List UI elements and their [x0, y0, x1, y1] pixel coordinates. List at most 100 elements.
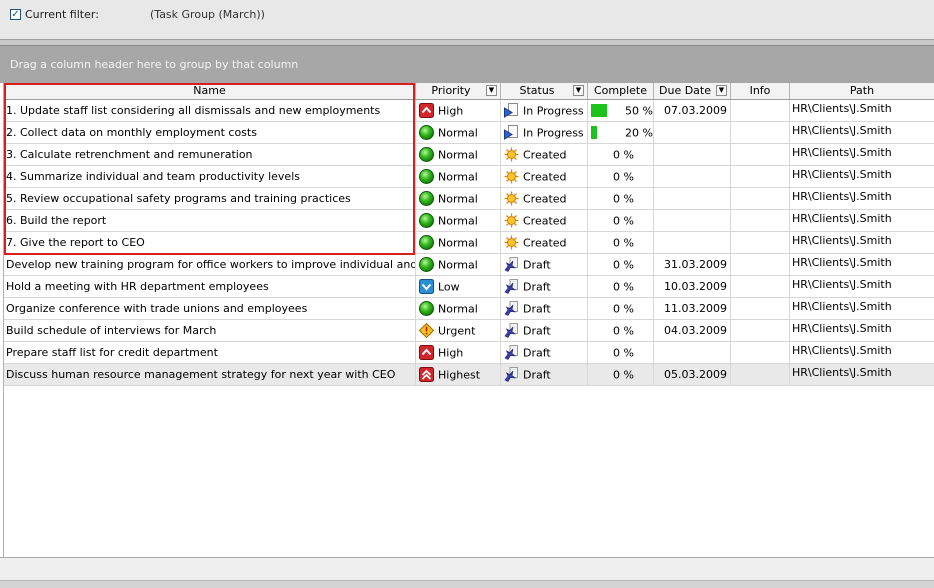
cell-info[interactable] [731, 320, 790, 341]
cell-status[interactable]: Created [501, 166, 588, 187]
table-row[interactable]: 3. Calculate retrenchment and remunerati… [4, 144, 934, 166]
cell-due-date[interactable]: 07.03.2009 [654, 100, 731, 121]
cell-name[interactable]: Prepare staff list for credit department [4, 342, 416, 363]
cell-due-date[interactable] [654, 188, 731, 209]
cell-name[interactable]: 5. Review occupational safety programs a… [4, 188, 416, 209]
cell-info[interactable] [731, 364, 790, 385]
cell-complete[interactable]: 0 % [588, 166, 654, 187]
cell-priority[interactable]: Normal [416, 122, 501, 143]
cell-info[interactable] [731, 144, 790, 165]
table-row[interactable]: Develop new training program for office … [4, 254, 934, 276]
cell-name[interactable]: 3. Calculate retrenchment and remunerati… [4, 144, 416, 165]
cell-due-date[interactable]: 04.03.2009 [654, 320, 731, 341]
cell-status[interactable]: Created [501, 188, 588, 209]
column-header-due-date[interactable]: Due Date ▼ [654, 83, 731, 99]
cell-name[interactable]: Develop new training program for office … [4, 254, 416, 275]
table-row[interactable]: Build schedule of interviews for March Ur… [4, 320, 934, 342]
cell-name[interactable]: 7. Give the report to CEO [4, 232, 416, 253]
table-row[interactable]: 1. Update staff list considering all dis… [4, 100, 934, 122]
cell-path[interactable]: HR\Clients\J.Smith [790, 276, 934, 297]
table-row[interactable]: 5. Review occupational safety programs a… [4, 188, 934, 210]
cell-priority[interactable]: Normal [416, 144, 501, 165]
cell-due-date[interactable] [654, 232, 731, 253]
cell-complete[interactable]: 20 % [588, 122, 654, 143]
cell-priority[interactable]: High [416, 342, 501, 363]
cell-complete[interactable]: 0 % [588, 188, 654, 209]
cell-path[interactable]: HR\Clients\J.Smith [790, 320, 934, 341]
cell-path[interactable]: HR\Clients\J.Smith [790, 122, 934, 143]
cell-status[interactable]: Draft [501, 364, 588, 385]
cell-status[interactable]: Draft [501, 254, 588, 275]
cell-priority[interactable]: Urgent [416, 320, 501, 341]
cell-due-date[interactable]: 11.03.2009 [654, 298, 731, 319]
chevron-down-icon[interactable]: ▼ [486, 85, 497, 96]
cell-name[interactable]: Organize conference with trade unions an… [4, 298, 416, 319]
cell-due-date[interactable] [654, 144, 731, 165]
cell-name[interactable]: Hold a meeting with HR department employ… [4, 276, 416, 297]
column-header-priority[interactable]: Priority ▼ [416, 83, 501, 99]
cell-complete[interactable]: 0 % [588, 342, 654, 363]
table-row[interactable]: Hold a meeting with HR department employ… [4, 276, 934, 298]
cell-path[interactable]: HR\Clients\J.Smith [790, 144, 934, 165]
cell-name[interactable]: 1. Update staff list considering all dis… [4, 100, 416, 121]
column-header-status[interactable]: Status ▼ [501, 83, 588, 99]
cell-status[interactable]: Draft [501, 298, 588, 319]
cell-status[interactable]: In Progress [501, 100, 588, 121]
cell-complete[interactable]: 0 % [588, 144, 654, 165]
cell-status[interactable]: Draft [501, 320, 588, 341]
table-row[interactable]: 7. Give the report to CEO Normal Created 0 … [4, 232, 934, 254]
cell-status[interactable]: Created [501, 210, 588, 231]
column-header-complete[interactable]: Complete [588, 83, 654, 99]
cell-priority[interactable]: Normal [416, 210, 501, 231]
cell-priority[interactable]: Normal [416, 254, 501, 275]
cell-priority[interactable]: Normal [416, 298, 501, 319]
cell-info[interactable] [731, 254, 790, 275]
filter-checkbox[interactable]: ✓ [10, 9, 21, 20]
cell-path[interactable]: HR\Clients\J.Smith [790, 188, 934, 209]
cell-name[interactable]: 6. Build the report [4, 210, 416, 231]
cell-path[interactable]: HR\Clients\J.Smith [790, 232, 934, 253]
cell-name[interactable]: Discuss human resource management strate… [4, 364, 416, 385]
chevron-down-icon[interactable]: ▼ [716, 85, 727, 96]
table-row[interactable]: Discuss human resource management strate… [4, 364, 934, 386]
cell-name[interactable]: 4. Summarize individual and team product… [4, 166, 416, 187]
cell-complete[interactable]: 0 % [588, 320, 654, 341]
cell-info[interactable] [731, 166, 790, 187]
cell-info[interactable] [731, 232, 790, 253]
table-row[interactable]: 4. Summarize individual and team product… [4, 166, 934, 188]
cell-due-date[interactable]: 05.03.2009 [654, 364, 731, 385]
cell-priority[interactable]: Low [416, 276, 501, 297]
cell-complete[interactable]: 0 % [588, 364, 654, 385]
cell-path[interactable]: HR\Clients\J.Smith [790, 210, 934, 231]
cell-due-date[interactable] [654, 122, 731, 143]
cell-status[interactable]: Created [501, 144, 588, 165]
cell-info[interactable] [731, 276, 790, 297]
cell-path[interactable]: HR\Clients\J.Smith [790, 298, 934, 319]
cell-complete[interactable]: 0 % [588, 254, 654, 275]
cell-status[interactable]: In Progress [501, 122, 588, 143]
cell-path[interactable]: HR\Clients\J.Smith [790, 254, 934, 275]
table-row[interactable]: Organize conference with trade unions an… [4, 298, 934, 320]
cell-due-date[interactable] [654, 166, 731, 187]
cell-complete[interactable]: 0 % [588, 210, 654, 231]
cell-info[interactable] [731, 100, 790, 121]
cell-info[interactable] [731, 298, 790, 319]
cell-priority[interactable]: Normal [416, 166, 501, 187]
cell-info[interactable] [731, 210, 790, 231]
chevron-down-icon[interactable]: ▼ [573, 85, 584, 96]
cell-info[interactable] [731, 342, 790, 363]
cell-path[interactable]: HR\Clients\J.Smith [790, 166, 934, 187]
cell-complete[interactable]: 0 % [588, 232, 654, 253]
cell-priority[interactable]: Normal [416, 188, 501, 209]
cell-status[interactable]: Draft [501, 342, 588, 363]
cell-priority[interactable]: High [416, 100, 501, 121]
column-header-info[interactable]: Info [731, 83, 790, 99]
cell-due-date[interactable]: 10.03.2009 [654, 276, 731, 297]
column-header-name[interactable]: Name [4, 83, 416, 99]
cell-status[interactable]: Draft [501, 276, 588, 297]
filter-expression[interactable]: (Task Group (March)) [150, 8, 265, 21]
cell-path[interactable]: HR\Clients\J.Smith [790, 100, 934, 121]
cell-due-date[interactable] [654, 210, 731, 231]
cell-name[interactable]: Build schedule of interviews for March [4, 320, 416, 341]
cell-priority[interactable]: Highest [416, 364, 501, 385]
